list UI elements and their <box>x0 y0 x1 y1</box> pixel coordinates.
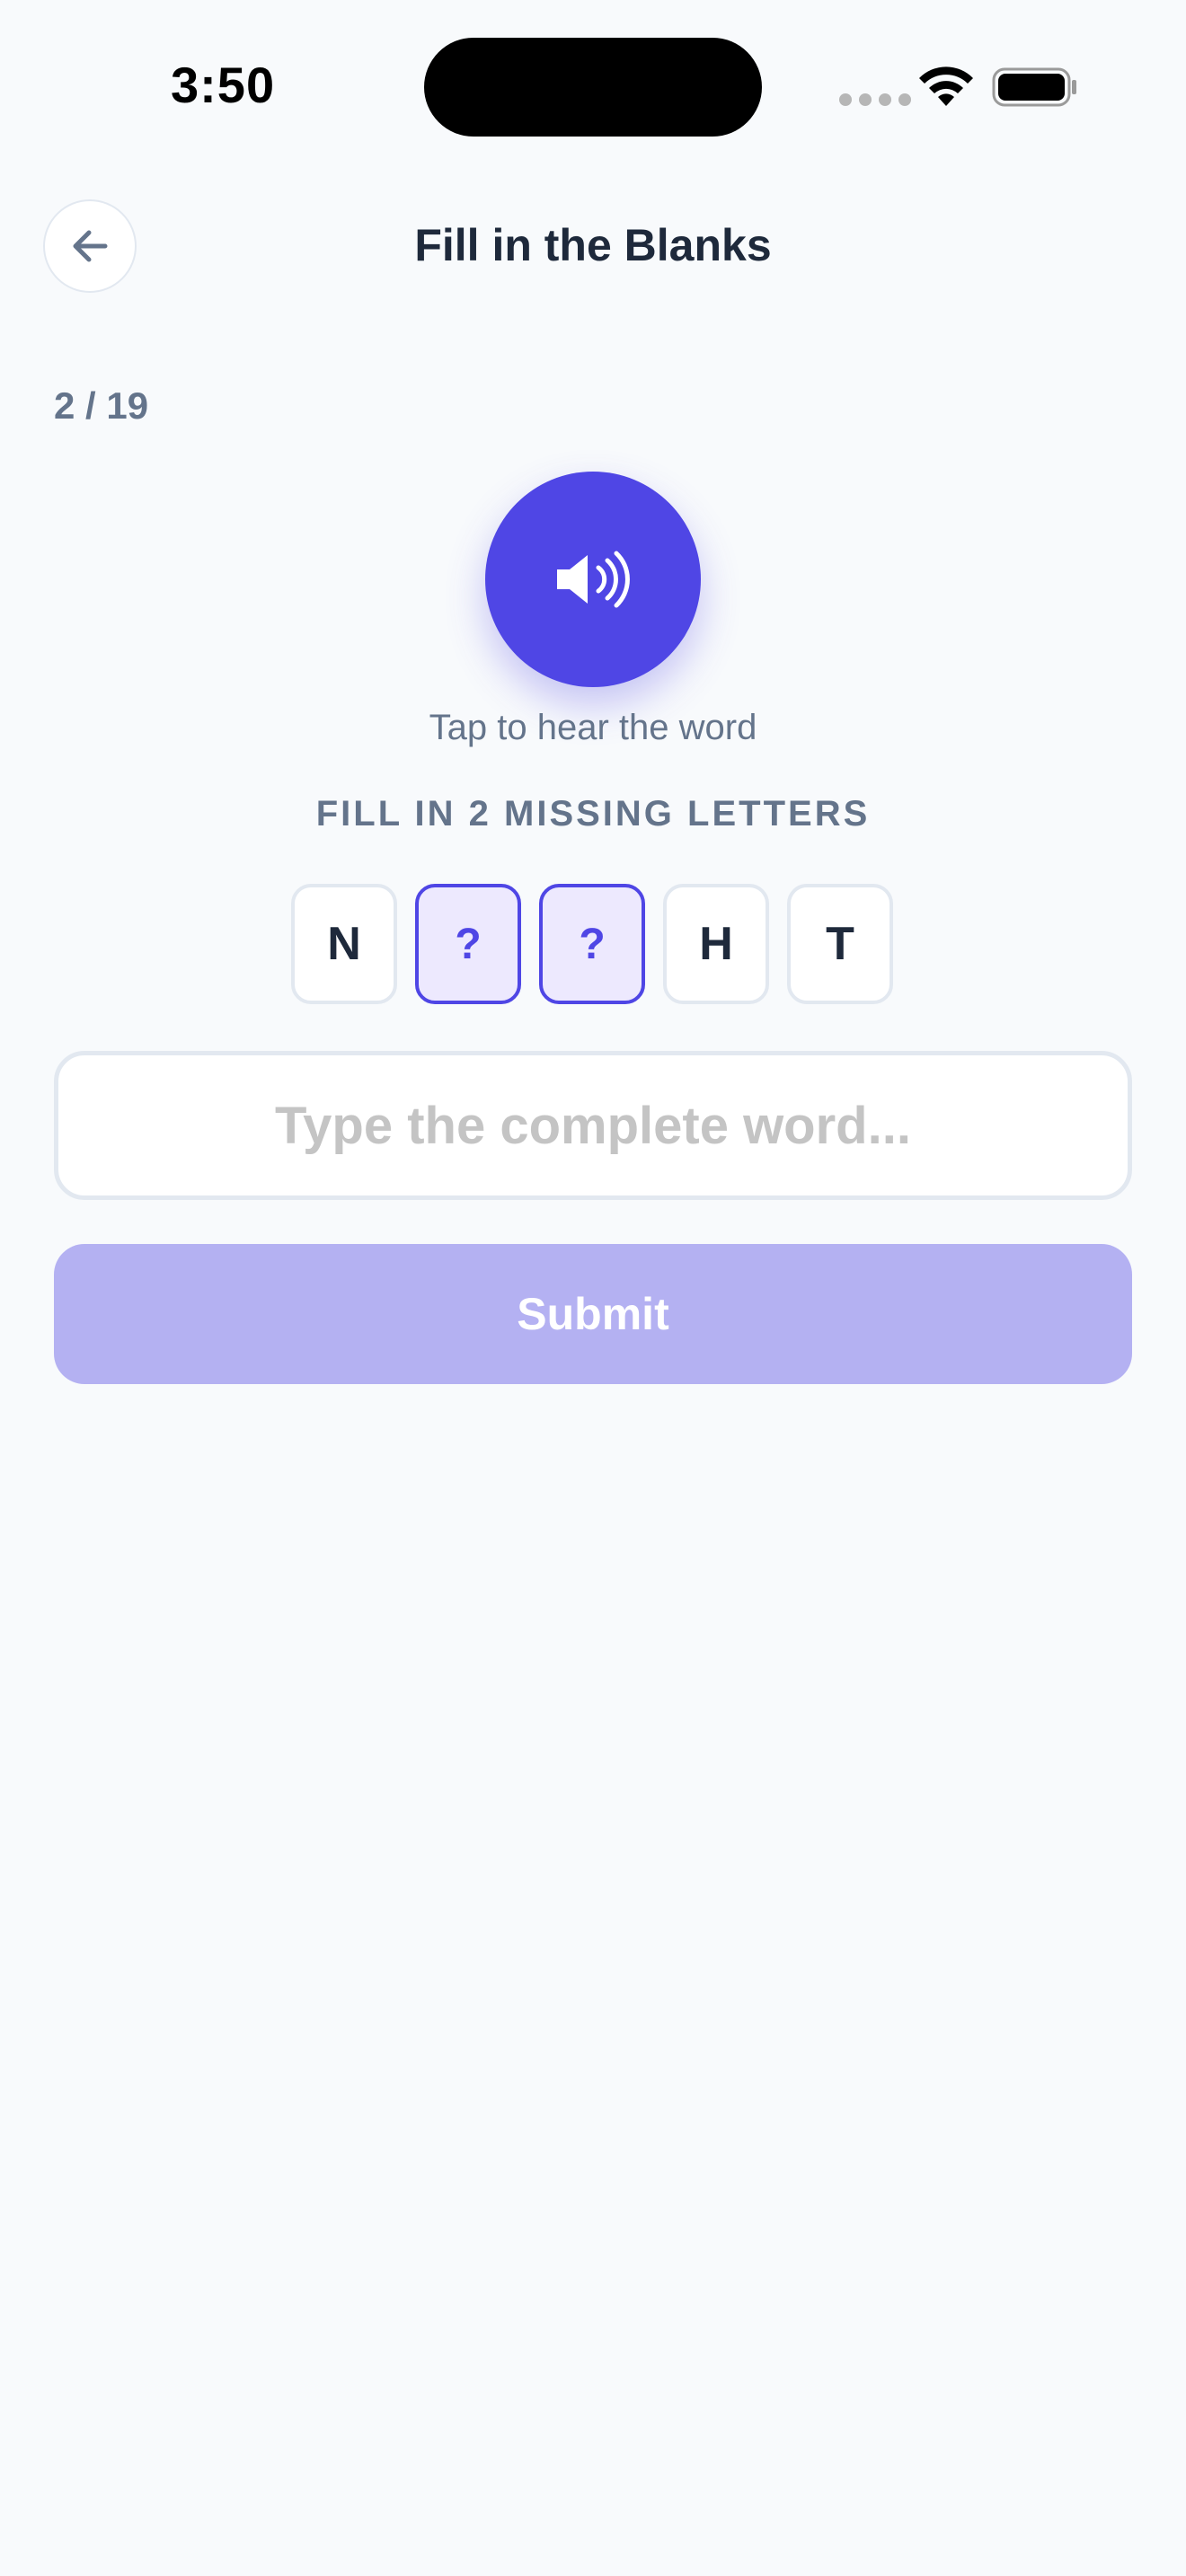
submit-button[interactable]: Submit <box>54 1244 1132 1384</box>
progress-counter: 2 / 19 <box>54 384 149 427</box>
answer-input[interactable] <box>54 1051 1132 1200</box>
cellular-signal-icon <box>839 93 911 106</box>
letter-tile: T <box>787 884 893 1004</box>
missing-letter-tile: ? <box>539 884 645 1004</box>
fill-in-blanks-screen: 3:50 Fill in the Blanks 2 / 19 Tap to he… <box>0 0 1186 2576</box>
battery-icon <box>992 67 1076 107</box>
status-time: 3:50 <box>171 57 276 113</box>
speaker-icon <box>557 551 630 608</box>
missing-letter-tile: ? <box>415 884 521 1004</box>
instruction-label: FILL IN 2 MISSING LETTERS <box>315 794 871 834</box>
play-audio-button[interactable] <box>485 472 701 687</box>
letter-tile: N <box>291 884 397 1004</box>
wifi-icon <box>919 66 973 106</box>
letter-tile: H <box>663 884 769 1004</box>
page-title: Fill in the Blanks <box>414 220 772 270</box>
audio-hint: Tap to hear the word <box>429 708 757 747</box>
letter-tiles: N ? ? H T <box>291 884 893 1004</box>
dynamic-island <box>424 38 762 137</box>
